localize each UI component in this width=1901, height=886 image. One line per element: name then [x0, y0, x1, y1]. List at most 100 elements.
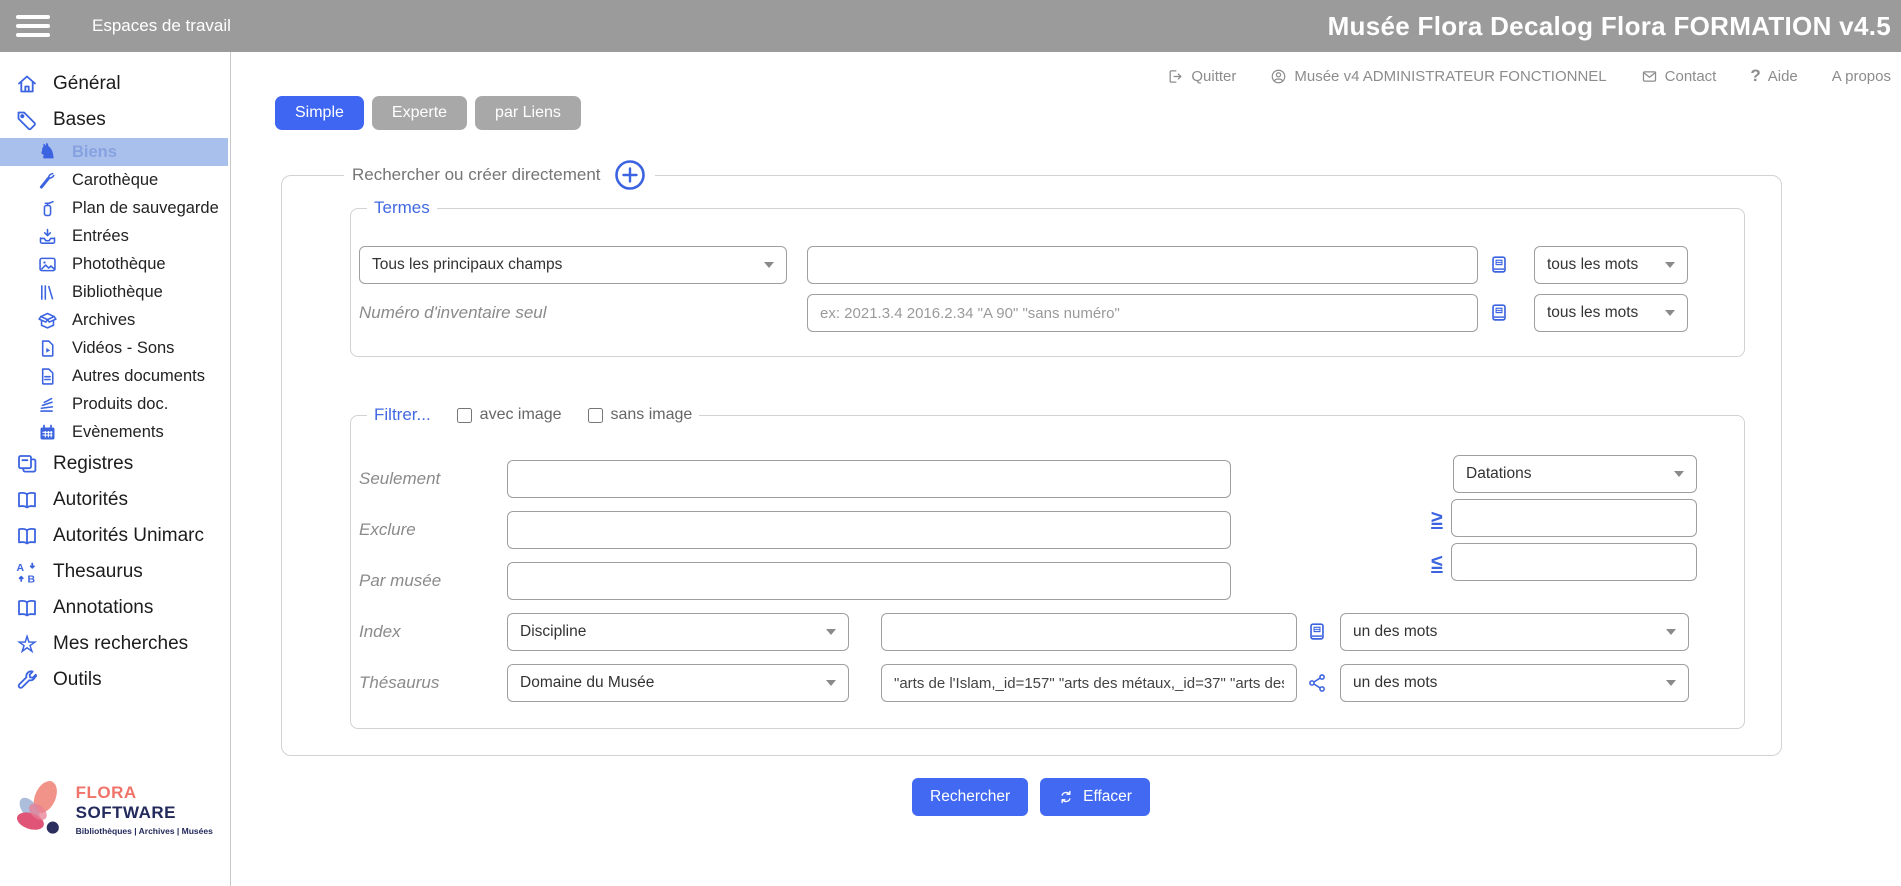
only-input[interactable] [507, 460, 1231, 498]
chevron-down-icon [764, 262, 774, 268]
gte-symbol[interactable]: ≥ [1427, 508, 1447, 529]
inventory-lookup-button[interactable] [1488, 302, 1512, 324]
sidebar-item-label: Mes recherches [53, 633, 188, 655]
sidebar-item-label: Autorités Unimarc [53, 525, 204, 547]
home-icon [14, 71, 40, 97]
sidebar-item-label: Biens [72, 143, 117, 162]
current-user[interactable]: Musée v4 ADMINISTRATEUR FONCTIONNEL [1270, 68, 1606, 85]
with-image-checkbox[interactable] [457, 408, 472, 423]
add-record-button[interactable] [613, 158, 647, 192]
contact-link[interactable]: Contact [1641, 68, 1717, 85]
action-buttons: Rechercher Effacer [281, 778, 1781, 816]
sidebar-item-g-n-ral[interactable]: Général [0, 66, 230, 102]
about-link[interactable]: A propos [1832, 68, 1891, 85]
index-book-button[interactable] [1306, 621, 1328, 643]
registers-icon [14, 451, 40, 477]
flora-logo: FLORA SOFTWARE Bibliothèques | Archives … [0, 776, 230, 842]
papers-icon [36, 393, 59, 416]
thesaurus-match-select[interactable]: un des mots [1340, 664, 1689, 702]
chevron-down-icon [826, 680, 836, 686]
datations-select[interactable]: Datations [1453, 455, 1697, 493]
exclude-input[interactable] [507, 511, 1231, 549]
index-match-select[interactable]: un des mots [1340, 613, 1689, 651]
hamburger-menu-icon[interactable] [16, 15, 50, 37]
help-link[interactable]: ? Aide [1750, 66, 1797, 86]
main-area: Quitter Musée v4 ADMINISTRATEUR FONCTION… [231, 52, 1901, 886]
sidebar-item-biens[interactable]: ♞ Biens [0, 138, 228, 166]
thesaurus-field-select[interactable]: Domaine du Musée [507, 664, 849, 702]
sidebar-item-mes-recherches[interactable]: ☆ Mes recherches [0, 626, 230, 662]
chevron-down-icon [1674, 471, 1684, 477]
sidebar-item-caroth-que[interactable]: Carothèque [0, 166, 230, 194]
exclude-label: Exclure [359, 520, 507, 540]
by-museum-input[interactable] [507, 562, 1231, 600]
share-nodes-icon [1306, 672, 1328, 694]
sidebar-item-plan-de-sauvegarde[interactable]: Plan de sauvegarde [0, 194, 230, 222]
quit-link[interactable]: Quitter [1167, 68, 1236, 85]
date-gte-input[interactable] [1451, 499, 1697, 537]
calendar-icon [36, 421, 59, 444]
sidebar-item-label: Plan de sauvegarde [72, 199, 219, 218]
svg-text:B: B [28, 574, 36, 585]
index-row: Index Discipline un des mots [359, 613, 1744, 651]
sidebar-item-registres[interactable]: Registres [0, 446, 230, 482]
sort-alpha-icon: AB [14, 559, 40, 585]
term-input[interactable] [807, 246, 1478, 284]
sidebar-item-autorit-s-unimarc[interactable]: Autorités Unimarc [0, 518, 230, 554]
sidebar-item-label: Autorités [53, 489, 128, 511]
thesaurus-share-button[interactable] [1306, 672, 1328, 694]
sidebar-item-biblioth-que[interactable]: Bibliothèque [0, 278, 230, 306]
index-field-select[interactable]: Discipline [507, 613, 849, 651]
clear-button[interactable]: Effacer [1040, 778, 1150, 816]
tab-simple[interactable]: Simple [275, 96, 364, 130]
tab-experte[interactable]: Experte [372, 96, 467, 130]
inventory-input[interactable] [807, 294, 1478, 332]
sidebar-item-vid-os-sons[interactable]: Vidéos - Sons [0, 334, 230, 362]
field-select[interactable]: Tous les principaux champs [359, 246, 787, 284]
lte-symbol[interactable]: ≤ [1427, 552, 1447, 573]
inventory-row: Numéro d'inventaire seul tous les mots [359, 294, 1744, 332]
sidebar-item-ev-nements[interactable]: Evènements [0, 418, 230, 446]
term-match-select[interactable]: tous les mots [1534, 246, 1688, 284]
terms-row: Tous les principaux champs tous les mots [359, 246, 1744, 284]
index-lookup-button[interactable] [1488, 254, 1512, 276]
sidebar-item-autorit-s[interactable]: Autorités [0, 482, 230, 518]
carrot-icon [36, 169, 59, 192]
sidebar-item-label: Entrées [72, 227, 129, 246]
search-button[interactable]: Rechercher [912, 778, 1028, 816]
without-image-checkbox[interactable] [588, 408, 603, 423]
inventory-match-select[interactable]: tous les mots [1534, 294, 1688, 332]
sidebar-item-autres-documents[interactable]: Autres documents [0, 362, 230, 390]
date-lte-row: ≤ [1427, 543, 1697, 581]
video-file-icon [36, 337, 59, 360]
chevron-down-icon [1666, 680, 1676, 686]
sidebar-item-label: Evènements [72, 423, 164, 442]
knight-icon: ♞ [36, 141, 59, 164]
tab-par-liens[interactable]: par Liens [475, 96, 581, 130]
sidebar-item-bases[interactable]: Bases [0, 102, 230, 138]
sidebar-item-annotations[interactable]: Annotations [0, 590, 230, 626]
app-title: Musée Flora Decalog Flora FORMATION v4.5 [1328, 11, 1891, 42]
filter-section: Filtrer... avec image sans image Seuleme… [350, 405, 1745, 729]
sidebar-item-thesaurus[interactable]: AB Thesaurus [0, 554, 230, 590]
sidebar-item-phototh-que[interactable]: Photothèque [0, 250, 230, 278]
sidebar: Général Bases ♞ Biens Carothèque Plan de… [0, 52, 231, 886]
chevron-down-icon [1666, 629, 1676, 635]
sidebar-item-label: Outils [53, 669, 102, 691]
sidebar-item-produits-doc-[interactable]: Produits doc. [0, 390, 230, 418]
svg-text:A: A [17, 562, 25, 574]
image-icon [36, 253, 59, 276]
logo-name-software: SOFTWARE [76, 803, 176, 822]
thesaurus-input[interactable] [881, 664, 1297, 702]
sidebar-item-outils[interactable]: Outils [0, 662, 230, 698]
with-image-checkbox-label[interactable]: avec image [457, 406, 562, 424]
without-image-checkbox-label[interactable]: sans image [588, 406, 693, 424]
index-input[interactable] [881, 613, 1297, 651]
chevron-down-icon [1665, 262, 1675, 268]
sidebar-item-archives[interactable]: Archives [0, 306, 230, 334]
workspace-label: Espaces de travail [92, 16, 231, 36]
sidebar-item-entr-es[interactable]: Entrées [0, 222, 230, 250]
only-label: Seulement [359, 469, 507, 489]
sidebar-item-label: Photothèque [72, 255, 166, 274]
date-lte-input[interactable] [1451, 543, 1697, 581]
